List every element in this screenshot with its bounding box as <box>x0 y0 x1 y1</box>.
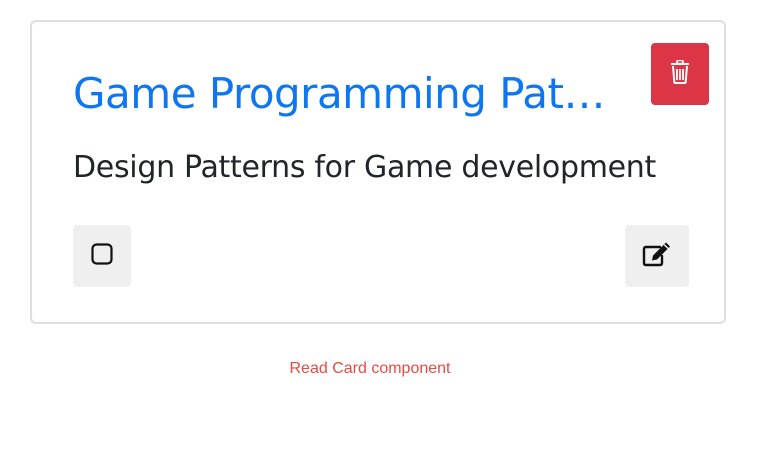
trash-icon <box>669 59 691 89</box>
component-caption: Read Card component <box>289 360 451 377</box>
edit-pencil-icon <box>642 241 672 272</box>
complete-checkbox-button[interactable] <box>73 225 131 287</box>
square-outline-icon <box>91 242 113 270</box>
read-card: Game Programming Patterns Design Pattern… <box>30 20 726 324</box>
delete-button[interactable] <box>651 43 709 105</box>
card-description: Design Patterns for Game development <box>73 150 656 185</box>
edit-button[interactable] <box>625 225 689 287</box>
card-title[interactable]: Game Programming Patterns <box>73 64 613 124</box>
